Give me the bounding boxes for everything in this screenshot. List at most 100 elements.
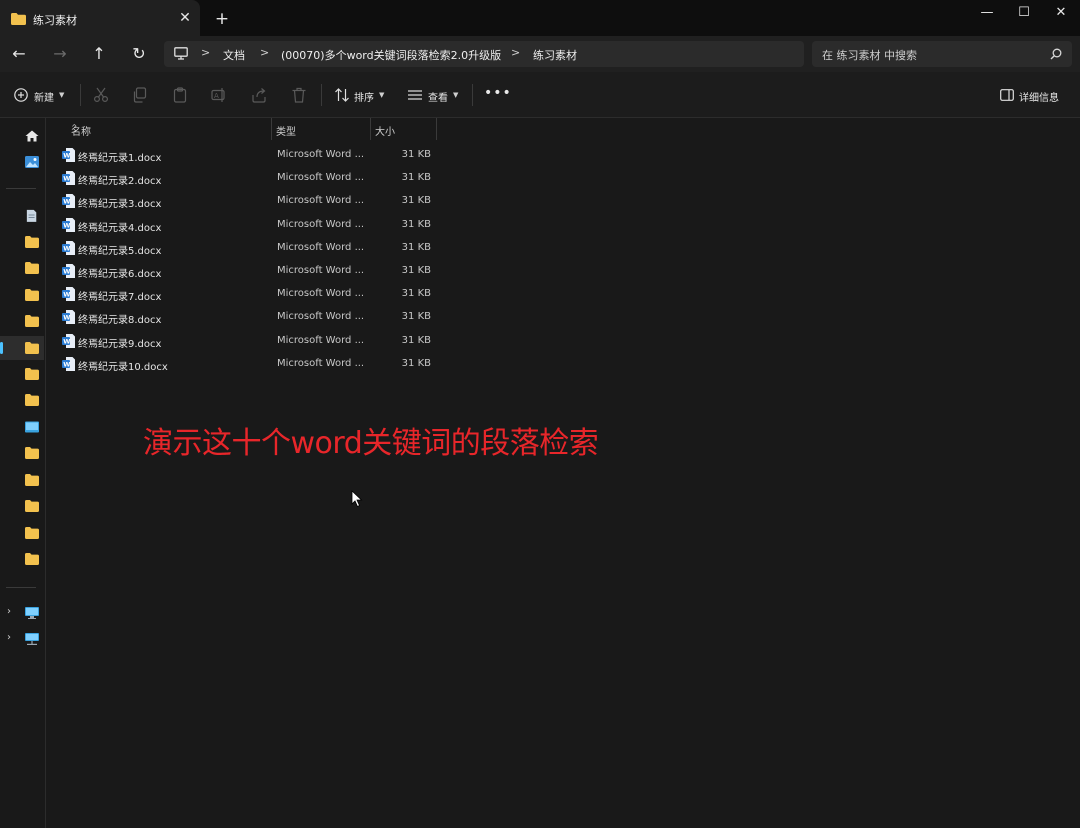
new-button[interactable]: 新建 xyxy=(34,89,54,104)
file-type: Microsoft Word ... xyxy=(277,265,365,276)
file-row[interactable]: W 终焉纪元录7.docx Microsoft Word ... 31 KB xyxy=(47,283,647,306)
file-row[interactable]: W 终焉纪元录4.docx Microsoft Word ... 31 KB xyxy=(47,214,647,237)
sidebar-item-folder[interactable] xyxy=(0,283,44,307)
title-bar: 练习素材 ✕ + — ☐ ✕ xyxy=(0,0,1080,40)
chevron-down-icon[interactable]: ▼ xyxy=(379,91,384,99)
file-type: Microsoft Word ... xyxy=(277,334,365,346)
command-bar: 新建 ▼ A 排序 ▼ 查看 ▼ ••• 详细信息 xyxy=(0,72,1080,118)
column-divider[interactable] xyxy=(436,118,437,140)
file-type: Microsoft Word ... xyxy=(277,357,365,369)
column-header-name[interactable]: 名称 ^ xyxy=(67,118,272,140)
word-document-icon: W xyxy=(62,356,75,371)
search-box[interactable]: 在 练习素材 中搜索 xyxy=(812,41,1072,67)
file-row[interactable]: W 终焉纪元录5.docx Microsoft Word ... 31 KB xyxy=(47,237,647,260)
sort-button[interactable]: 排序 xyxy=(354,89,374,104)
file-size: 31 KB xyxy=(401,334,431,346)
sidebar-item-gallery[interactable] xyxy=(0,150,44,174)
breadcrumb-separator[interactable]: > xyxy=(201,46,210,59)
file-row[interactable]: W 终焉纪元录10.docx Microsoft Word ... 31 KB xyxy=(47,353,647,376)
divider xyxy=(321,84,322,106)
file-size: 31 KB xyxy=(401,195,431,207)
paste-icon[interactable] xyxy=(172,87,188,103)
sidebar-item-folder[interactable] xyxy=(0,256,44,280)
folder-icon xyxy=(25,553,39,565)
cut-icon[interactable] xyxy=(93,87,109,103)
file-type: Microsoft Word ... xyxy=(277,288,365,300)
share-icon[interactable] xyxy=(251,87,267,103)
chevron-down-icon[interactable]: ▼ xyxy=(59,91,64,99)
maximize-button[interactable]: ☐ xyxy=(1005,0,1043,26)
breadcrumb-project-folder[interactable]: (00070)多个word关键词段落检索2.0升级版 xyxy=(281,47,501,63)
sidebar-item-desktop[interactable] xyxy=(0,415,44,439)
more-options-button[interactable]: ••• xyxy=(484,85,512,101)
divider xyxy=(472,84,473,106)
details-button[interactable]: 详细信息 xyxy=(1019,89,1059,104)
file-list: 名称 ^ 类型 大小 W 终焉纪元录1.docx Microsoft Word ..… xyxy=(47,118,1080,828)
sidebar-item-folder[interactable] xyxy=(0,468,44,492)
new-tab-button[interactable]: + xyxy=(213,10,231,28)
minimize-button[interactable]: — xyxy=(968,0,1006,26)
computer-icon xyxy=(25,607,39,619)
breadcrumb-documents[interactable]: 文档 xyxy=(223,47,245,63)
file-type: Microsoft Word ... xyxy=(277,311,365,323)
address-bar[interactable]: > 文档 > (00070)多个word关键词段落检索2.0升级版 > 练习素材 xyxy=(164,41,804,67)
column-header-size[interactable]: 大小 xyxy=(371,118,437,140)
chevron-right-icon[interactable]: › xyxy=(7,606,11,617)
file-row[interactable]: W 终焉纪元录9.docx Microsoft Word ... 31 KB xyxy=(47,330,647,353)
sidebar-item-folder-active[interactable] xyxy=(0,336,44,360)
file-size: 31 KB xyxy=(401,357,431,369)
sidebar-item-this-pc[interactable]: › xyxy=(0,601,44,625)
view-button[interactable]: 查看 xyxy=(428,89,448,104)
delete-icon[interactable] xyxy=(291,87,307,103)
tab-active[interactable]: 练习素材 ✕ xyxy=(0,0,200,40)
folder-icon xyxy=(25,289,39,301)
sidebar-item-folder[interactable] xyxy=(0,230,44,254)
word-document-icon: W xyxy=(62,264,75,278)
folder-icon xyxy=(25,315,39,327)
breadcrumb-separator[interactable]: > xyxy=(511,46,520,59)
sidebar-item-folder[interactable] xyxy=(0,494,44,518)
new-plus-icon[interactable] xyxy=(14,88,28,102)
sidebar-item-folder[interactable] xyxy=(0,521,44,545)
chevron-down-icon[interactable]: ▼ xyxy=(453,91,458,99)
file-row[interactable]: W 终焉纪元录1.docx Microsoft Word ... 31 KB xyxy=(47,144,647,167)
file-size: 31 KB xyxy=(401,218,431,230)
close-window-button[interactable]: ✕ xyxy=(1042,0,1080,26)
svg-text:W: W xyxy=(63,175,70,183)
breadcrumb-separator[interactable]: > xyxy=(260,46,269,59)
tab-close-button[interactable]: ✕ xyxy=(177,10,193,26)
file-name: 终焉纪元录5.docx xyxy=(78,245,162,257)
file-row[interactable]: W 终焉纪元录3.docx Microsoft Word ... 31 KB xyxy=(47,190,647,213)
rename-icon[interactable]: A xyxy=(211,87,227,103)
sort-icon[interactable] xyxy=(334,87,350,103)
sidebar-item-folder[interactable] xyxy=(0,309,44,333)
sidebar-item-folder[interactable] xyxy=(0,388,44,412)
sidebar-item-network[interactable]: › xyxy=(0,627,44,651)
file-row[interactable]: W 终焉纪元录2.docx Microsoft Word ... 31 KB xyxy=(47,167,647,190)
view-icon[interactable] xyxy=(407,87,423,103)
gallery-icon xyxy=(25,156,39,168)
copy-icon[interactable] xyxy=(132,87,148,103)
column-header-type[interactable]: 类型 xyxy=(272,118,370,140)
chevron-right-icon[interactable]: › xyxy=(7,632,11,643)
sidebar-item-folder[interactable] xyxy=(0,362,44,386)
document-icon xyxy=(26,209,37,222)
word-document-icon: W xyxy=(62,333,75,348)
details-pane-icon[interactable] xyxy=(1000,89,1014,101)
sidebar-item-documents[interactable] xyxy=(0,203,44,227)
refresh-button[interactable]: ↻ xyxy=(129,44,149,64)
sidebar-item-home[interactable] xyxy=(0,124,44,148)
folder-icon xyxy=(25,474,39,486)
sort-ascending-icon: ^ xyxy=(71,123,78,132)
file-row[interactable]: W 终焉纪元录8.docx Microsoft Word ... 31 KB xyxy=(47,306,647,329)
up-button[interactable]: ↑ xyxy=(89,44,109,64)
sidebar-item-folder[interactable] xyxy=(0,441,44,465)
back-button[interactable]: ← xyxy=(9,44,29,64)
file-name: 终焉纪元录2.docx xyxy=(78,176,162,188)
file-row[interactable]: W 终焉纪元录6.docx Microsoft Word ... 31 KB xyxy=(47,260,647,283)
word-document-icon: W xyxy=(62,217,75,232)
breadcrumb-current-folder[interactable]: 练习素材 xyxy=(533,47,577,63)
search-input[interactable]: 在 练习素材 中搜索 xyxy=(822,47,917,63)
forward-button[interactable]: → xyxy=(50,44,70,64)
sidebar-item-folder[interactable] xyxy=(0,547,44,571)
